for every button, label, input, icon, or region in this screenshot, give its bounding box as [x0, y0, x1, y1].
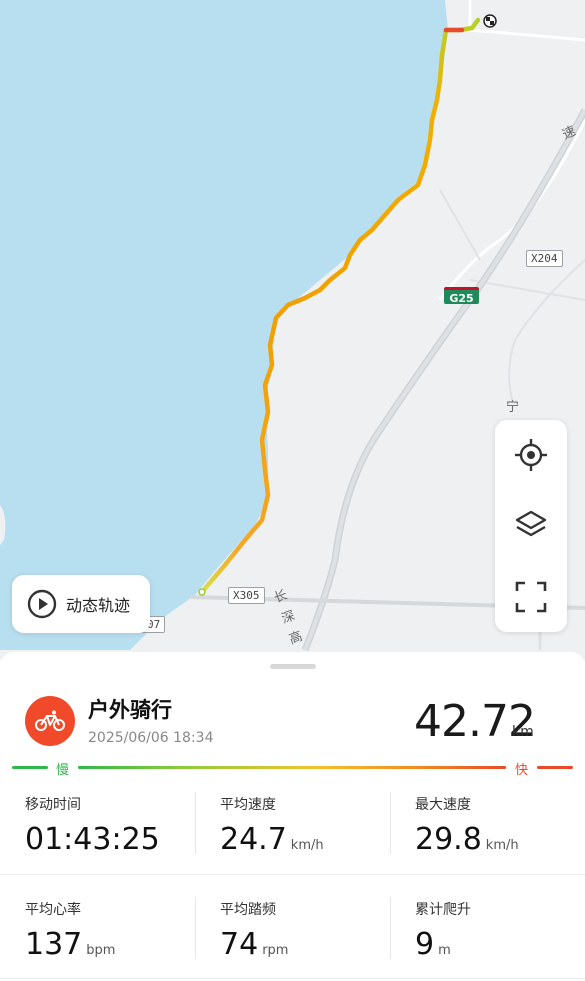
stat-divider: [390, 792, 391, 854]
stats-row-divider: [0, 874, 585, 875]
fullscreen-button[interactable]: [495, 562, 567, 632]
bottom-divider: [0, 978, 585, 979]
stat-divider: [195, 897, 196, 959]
map-controls-panel: [495, 420, 567, 632]
pace-legend-fast-bar: [537, 766, 573, 769]
stat-unit: m: [438, 943, 451, 958]
minor-road: [508, 259, 585, 401]
place-label-ning: 宁: [506, 400, 520, 415]
route-map[interactable]: X204 X305 07 G25 长深高 宁 速 动态轨迹: [0, 0, 585, 660]
activity-datetime: 2025/06/06 18:34: [88, 730, 214, 746]
activity-summary-sheet: 户外骑行 2025/06/06 18:34 42.72 km 慢 快 移动时间 …: [0, 652, 585, 981]
dynamic-track-button[interactable]: 动态轨迹: [12, 575, 150, 633]
stat-label: 最大速度: [415, 797, 471, 813]
stat-value: 01:43:25: [25, 822, 160, 857]
layers-icon: [515, 510, 547, 537]
stat-label: 移动时间: [25, 797, 81, 813]
stat-avg-speed: 平均速度 24.7 km/h: [220, 794, 390, 857]
stat-total-ascent: 累计爬升 9m: [415, 899, 585, 962]
stat-max-speed: 最大速度 29.8 km/h: [415, 794, 585, 857]
activity-title: 户外骑行: [88, 698, 172, 722]
locate-icon: [515, 439, 547, 471]
pace-legend-slow-bar: [12, 766, 48, 769]
stat-value: 74: [220, 927, 259, 962]
sheet-drag-handle[interactable]: [270, 664, 316, 669]
minor-road: [439, 189, 481, 261]
stat-divider: [195, 792, 196, 854]
stat-moving-time: 移动时间 01:43:25: [25, 794, 195, 857]
road-label-x204: X204: [526, 250, 563, 267]
play-icon: [27, 589, 57, 619]
stat-label: 累计爬升: [415, 902, 471, 918]
locate-button[interactable]: [495, 420, 567, 490]
stat-avg-heart-rate: 平均心率 137 bpm: [25, 899, 195, 962]
lake-water: [0, 0, 448, 650]
stat-value: 9: [415, 927, 435, 962]
stat-avg-cadence: 平均踏频 74 rpm: [220, 899, 390, 962]
distance-unit: km: [512, 724, 534, 740]
activity-type-badge: [25, 696, 75, 746]
pace-gradient-bar: [78, 766, 506, 769]
layers-button[interactable]: [495, 490, 567, 560]
stat-unit: bpm: [86, 943, 116, 958]
fullscreen-icon: [515, 581, 547, 613]
road-label-g25: G25: [444, 287, 479, 305]
stat-label: 平均踏频: [220, 902, 276, 918]
pace-legend-slow: 慢: [56, 763, 70, 778]
stat-value: 24.7: [220, 822, 287, 857]
start-point-icon: [198, 588, 206, 596]
minor-road: [469, 279, 585, 301]
stat-unit: rpm: [262, 943, 289, 958]
stat-value: 29.8: [415, 822, 482, 857]
stat-unit: km/h: [290, 838, 324, 853]
cycling-icon: [35, 710, 65, 731]
pace-legend-fast: 快: [515, 763, 529, 778]
stat-unit: km/h: [485, 838, 519, 853]
road-label-x305: X305: [228, 587, 265, 604]
stat-label: 平均心率: [25, 902, 81, 918]
stat-divider: [390, 897, 391, 959]
finish-flag-icon: [483, 14, 497, 28]
dynamic-track-label: 动态轨迹: [66, 596, 131, 615]
stat-value: 137: [25, 927, 83, 962]
stat-label: 平均速度: [220, 797, 276, 813]
